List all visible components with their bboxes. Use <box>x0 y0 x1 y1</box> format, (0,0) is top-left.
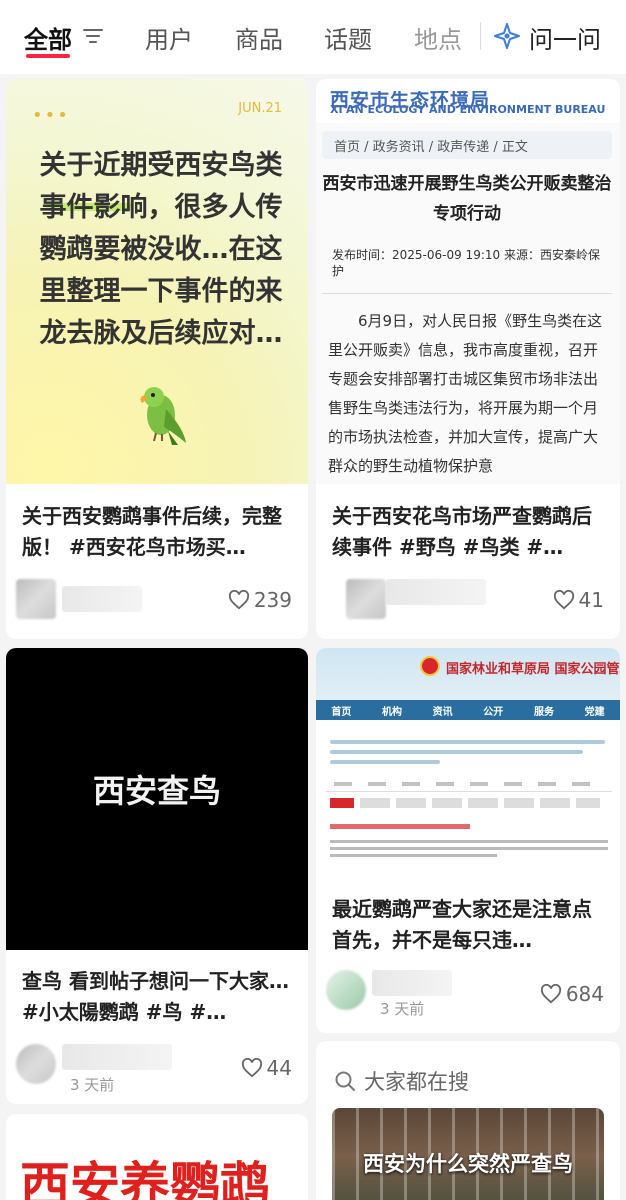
site-filter-row <box>360 798 600 808</box>
trending-search-query: 西安为什么突然严查鸟 <box>363 1152 573 1176</box>
heart-icon <box>540 984 561 1004</box>
note-title[interactable]: 关于西安花鸟市场严查鹦鹉后续事件 #野鸟 #鸟类 #… <box>332 501 606 563</box>
tab-all[interactable]: 全部 <box>24 20 72 55</box>
divider <box>322 293 612 294</box>
site-nav-item: 机构 <box>381 706 402 718</box>
trending-search-heading: 大家都在搜 <box>334 1066 469 1096</box>
cover-text: 西安查鸟 <box>92 772 221 810</box>
heart-icon <box>553 590 574 610</box>
avatar[interactable] <box>16 579 56 619</box>
note-cover: 西安查鸟 <box>6 648 308 950</box>
article-title: 西安市迅速开展野生鸟类公开贩卖整治专项行动 <box>322 174 612 224</box>
tab-divider <box>480 22 481 50</box>
heart-icon <box>228 590 249 610</box>
note-card[interactable]: 西安查鸟 查鸟 看到帖子想问一下大家…#小太陽鹦鹉 #鸟 #… 3 天前 44 <box>6 648 308 1104</box>
site-article-text <box>330 836 608 861</box>
emblem-icon <box>420 656 440 676</box>
cover-date: JUN.21 <box>238 101 282 116</box>
note-title[interactable]: 关于西安鹦鹉事件后续，完整版！ #西安花鸟市场买… <box>22 501 294 563</box>
site-tabs <box>326 776 612 792</box>
site-nav-item: 资讯 <box>432 706 453 718</box>
heart-icon <box>241 1058 262 1078</box>
like-button[interactable]: 44 <box>241 1056 292 1080</box>
article-meta: 发布时间：2025-06-09 19:10 来源：西安秦岭保护 <box>332 248 600 278</box>
filter-icon[interactable] <box>82 27 104 45</box>
search-tab-bar: 全部 用户 商品 话题 地点 问一问 <box>0 0 626 74</box>
bureau-name-en: XI'AN ECOLOGY AND ENVIRONMENT BUREAU <box>330 103 606 116</box>
post-time: 3 天前 <box>70 1076 115 1094</box>
trending-search-item[interactable]: 西安为什么突然严查鸟 <box>332 1108 604 1200</box>
avatar[interactable] <box>346 579 386 619</box>
like-button[interactable]: 684 <box>540 982 604 1006</box>
active-tab-indicator <box>26 54 70 58</box>
author-name[interactable] <box>62 1044 172 1070</box>
breadcrumb: 首页 / 政务资讯 / 政声传递 / 正文 <box>322 131 612 159</box>
avatar[interactable] <box>16 1044 56 1084</box>
trending-search-title: 大家都在搜 <box>364 1070 469 1094</box>
note-title[interactable]: 最近鹦鹉严查大家还是注意点 首先，并不是每只违… <box>332 894 606 956</box>
note-card[interactable]: 国家林业和草原局 国家公园管理局 首页 机构 资讯 公开 服务 党建 最近鹦鹉严… <box>316 648 620 1033</box>
like-count: 41 <box>578 588 604 612</box>
like-button[interactable]: 239 <box>228 588 292 612</box>
author-name[interactable] <box>386 579 486 605</box>
note-title[interactable]: 查鸟 看到帖子想问一下大家…#小太陽鹦鹉 #鸟 #… <box>22 966 294 1028</box>
cover-text: 关于近期受西安鸟类事件影响，很多人传鹦鹉要被没收…在这里整理一下事件的来龙去脉及… <box>39 150 283 349</box>
bureau-banner: 西安市生态环境局 XI'AN ECOLOGY AND ENVIRONMENT B… <box>316 79 620 123</box>
like-count: 684 <box>565 982 604 1006</box>
post-time: 3 天前 <box>380 1000 425 1018</box>
article-body: 6月9日，对人民日报《野生鸟类在这里公开贩卖》信息，我市高度重视，召开专题会安排… <box>328 312 603 475</box>
like-count: 239 <box>253 588 292 612</box>
sparkle-icon[interactable] <box>493 22 521 50</box>
site-nav-item: 公开 <box>483 706 504 718</box>
like-count: 44 <box>266 1056 292 1080</box>
cover-dots: ••• <box>32 105 70 126</box>
note-cover: ••• JUN.21 关于近期受西安鸟类事件影响，很多人传鹦鹉要被没收…在这里整… <box>6 79 308 484</box>
note-card[interactable]: 西安市生态环境局 XI'AN ECOLOGY AND ENVIRONMENT B… <box>316 79 620 639</box>
site-article-headline <box>330 824 470 829</box>
trending-search-card[interactable]: 大家都在搜 西安为什么突然严查鸟 <box>316 1041 620 1200</box>
tab-places[interactable]: 地点 <box>414 20 462 55</box>
site-nav-item: 党建 <box>584 706 605 718</box>
note-card[interactable]: 西安养鹦鹉 <box>6 1114 308 1200</box>
note-card[interactable]: ••• JUN.21 关于近期受西安鸟类事件影响，很多人传鹦鹉要被没收…在这里整… <box>6 79 308 639</box>
tab-goods[interactable]: 商品 <box>235 20 283 55</box>
site-links <box>330 734 605 770</box>
author-name[interactable] <box>62 586 142 612</box>
tab-topics[interactable]: 话题 <box>324 20 372 55</box>
tab-users[interactable]: 用户 <box>145 20 193 55</box>
site-nav-item: 服务 <box>533 706 554 718</box>
like-button[interactable]: 41 <box>553 588 604 612</box>
site-nav: 首页 机构 资讯 公开 服务 党建 <box>316 700 620 720</box>
cover-text: 西安养鹦鹉 <box>20 1157 270 1200</box>
site-red-tag <box>330 798 354 808</box>
search-icon <box>335 1071 355 1091</box>
author-name[interactable] <box>372 970 452 996</box>
avatar[interactable] <box>326 970 366 1010</box>
tab-ask[interactable]: 问一问 <box>529 20 601 55</box>
parrot-icon <box>140 387 186 445</box>
site-nav-item: 首页 <box>331 706 352 718</box>
org-name: 国家林业和草原局 国家公园管理局 <box>446 662 620 677</box>
note-cover: 国家林业和草原局 国家公园管理局 首页 机构 资讯 公开 服务 党建 <box>316 648 620 880</box>
note-cover: 西安市生态环境局 XI'AN ECOLOGY AND ENVIRONMENT B… <box>316 79 620 484</box>
